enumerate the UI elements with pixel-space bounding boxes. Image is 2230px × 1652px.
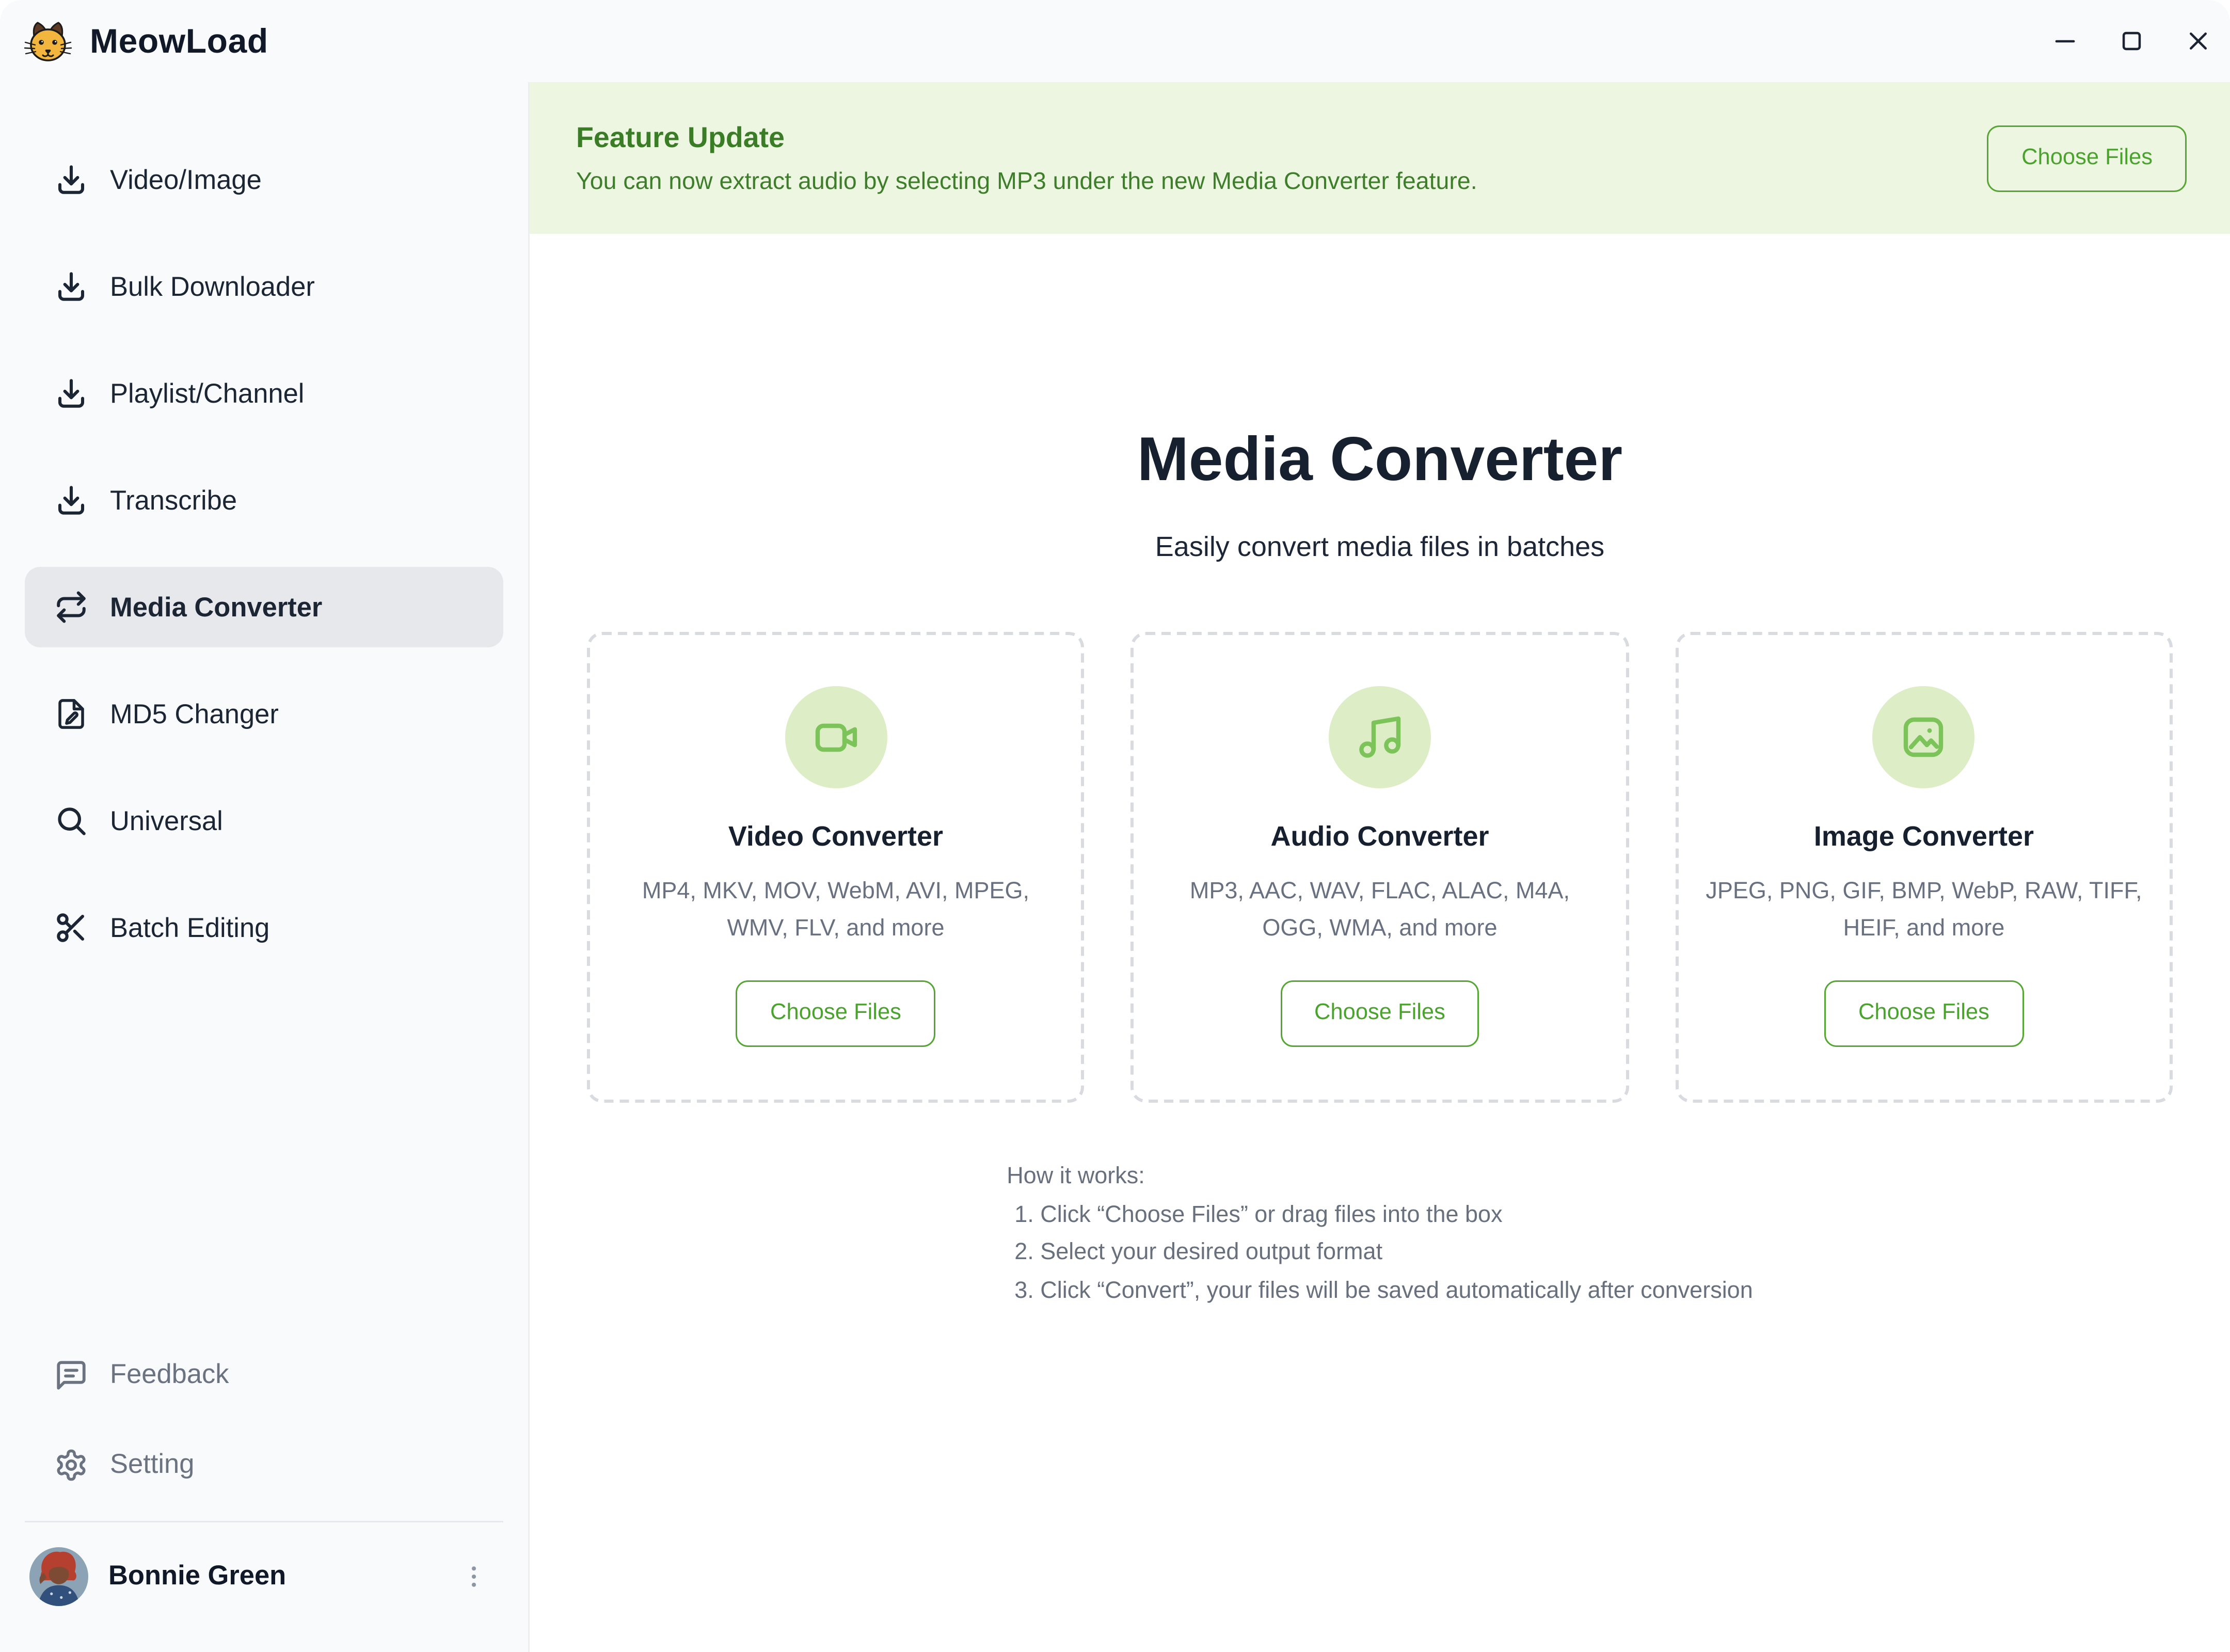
audio-converter-card[interactable]: Audio Converter MP3, AAC, WAV, FLAC, ALA… [1131,632,1629,1103]
sidebar-item-setting[interactable]: Setting [25,1427,503,1502]
card-formats: MP3, AAC, WAV, FLAC, ALAC, M4A, OGG, WMA… [1159,873,1600,948]
how-it-works: How it works: 1. Click “Choose Files” or… [1007,1158,1753,1310]
converter-cards: Video Converter MP4, MKV, MOV, WebM, AVI… [530,632,2230,1103]
video-camera-icon [785,686,887,788]
minimize-icon [2050,26,2079,56]
sidebar-item-playlist-channel[interactable]: Playlist/Channel [25,353,503,434]
sidebar-footer: Feedback Setting [0,1338,528,1652]
scissors-icon [54,911,88,945]
sidebar-item-bulk-downloader[interactable]: Bulk Downloader [25,246,503,327]
sidebar-item-universal[interactable]: Universal [25,781,503,861]
feature-update-banner: Feature Update You can now extract audio… [530,82,2230,234]
how-it-works-step: 1. Click “Choose Files” or drag files in… [1007,1197,1753,1235]
banner-choose-files-button[interactable]: Choose Files [1987,125,2187,192]
app-window: MeowLoad Video/Image [0,0,2230,1652]
close-button[interactable] [2174,18,2221,65]
sidebar-item-label: Batch Editing [110,912,269,944]
minimize-button[interactable] [2041,18,2088,65]
close-icon [2183,26,2212,56]
sidebar-item-label: Playlist/Channel [110,377,304,410]
sidebar-item-label: Video/Image [110,164,262,196]
sidebar-item-video-image[interactable]: Video/Image [25,139,503,220]
sidebar-item-label: MD5 Changer [110,698,279,730]
banner-message: You can now extract audio by selecting M… [576,168,1477,196]
page-subtitle: Easily convert media files in batches [530,531,2230,564]
repeat-icon [54,590,88,624]
profile-row[interactable]: Bonnie Green [25,1547,503,1606]
download-icon [54,483,88,517]
search-icon [54,804,88,838]
profile-menu-button[interactable] [454,1556,494,1596]
how-it-works-step: 3. Click “Convert”, your files will be s… [1007,1273,1753,1311]
sidebar-item-label: Universal [110,805,223,837]
file-edit-icon [54,697,88,731]
titlebar: MeowLoad [0,0,2230,82]
image-choose-files-button[interactable]: Choose Files [1824,980,2024,1047]
main-area: Feature Update You can now extract audio… [530,82,2230,1652]
image-converter-card[interactable]: Image Converter JPEG, PNG, GIF, BMP, Web… [1675,632,2173,1103]
sidebar: Video/Image Bulk Downloader Playlist/Cha… [0,82,530,1652]
audio-choose-files-button[interactable]: Choose Files [1280,980,1479,1047]
sidebar-item-md5-changer[interactable]: MD5 Changer [25,674,503,754]
music-note-icon [1329,686,1431,788]
card-formats: MP4, MKV, MOV, WebM, AVI, MPEG, WMV, FLV… [615,873,1056,948]
card-title: Video Converter [728,821,943,853]
cat-logo-icon [23,17,73,66]
banner-title: Feature Update [576,120,1477,154]
banner-texts: Feature Update You can now extract audio… [576,120,1477,196]
download-icon [54,376,88,410]
video-converter-card[interactable]: Video Converter MP4, MKV, MOV, WebM, AVI… [587,632,1085,1103]
app-title: MeowLoad [90,21,268,61]
gear-icon [54,1448,88,1482]
sidebar-item-batch-editing[interactable]: Batch Editing [25,887,503,968]
card-formats: JPEG, PNG, GIF, BMP, WebP, RAW, TIFF, HE… [1703,873,2144,948]
sidebar-item-label: Feedback [110,1358,229,1391]
sidebar-nav: Video/Image Bulk Downloader Playlist/Cha… [0,82,528,994]
feedback-message-icon [54,1358,88,1392]
sidebar-item-label: Media Converter [110,591,322,624]
image-icon [1873,686,1975,788]
how-it-works-title: How it works: [1007,1158,1753,1197]
page-title: Media Converter [530,423,2230,497]
sidebar-item-label: Transcribe [110,484,237,517]
profile-name: Bonnie Green [108,1560,286,1592]
avatar [29,1547,88,1606]
sidebar-item-label: Bulk Downloader [110,271,315,303]
sidebar-item-transcribe[interactable]: Transcribe [25,460,503,541]
kebab-menu-icon [460,1562,488,1590]
download-icon [54,269,88,304]
video-choose-files-button[interactable]: Choose Files [736,980,935,1047]
card-title: Image Converter [1814,821,2034,853]
window-controls [2021,18,2221,65]
sidebar-item-feedback[interactable]: Feedback [25,1338,503,1412]
sidebar-item-media-converter[interactable]: Media Converter [25,567,503,647]
sidebar-divider [25,1520,503,1522]
card-title: Audio Converter [1270,821,1489,853]
how-it-works-step: 2. Select your desired output format [1007,1234,1753,1273]
sidebar-item-label: Setting [110,1448,194,1481]
maximize-icon [2116,26,2146,56]
maximize-button[interactable] [2108,18,2154,65]
download-icon [54,163,88,197]
